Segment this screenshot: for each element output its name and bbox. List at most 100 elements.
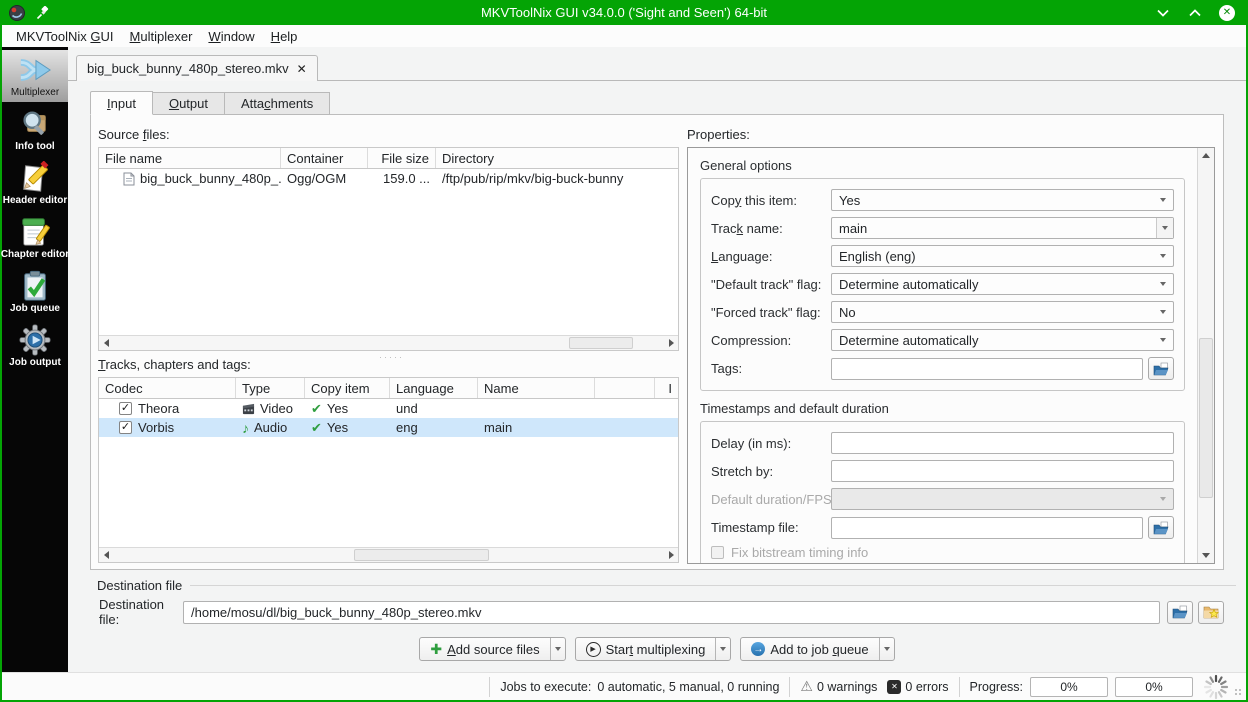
menu-mkvtoolnix-gui[interactable]: MKVToolNix GUI	[8, 27, 122, 46]
scroll-right-icon[interactable]	[664, 336, 678, 350]
destination-favorites-button[interactable]	[1198, 600, 1224, 624]
column-header-language[interactable]: Language	[390, 378, 478, 398]
track-copy-item: Yes	[326, 401, 349, 416]
subtab-bar: Input Output Atta c hments	[90, 91, 331, 116]
add-to-job-queue-button[interactable]: → Add to job queue	[740, 637, 895, 661]
sidebar-item-job-queue[interactable]: Job queue	[2, 266, 68, 318]
timestamp-file-browse-button[interactable]	[1148, 516, 1174, 539]
source-file-container: Ogg/OGM	[287, 171, 347, 186]
track-language: und	[396, 401, 418, 416]
start-multiplexing-dropdown[interactable]	[715, 638, 730, 660]
track-type: Audio	[254, 420, 288, 435]
scrollbar-thumb[interactable]	[1199, 338, 1213, 498]
tab-output[interactable]: Output	[152, 92, 225, 115]
language-combo[interactable]: English (eng)	[831, 245, 1174, 267]
language-label: Language:	[711, 248, 773, 264]
tracks-hscrollbar[interactable]	[99, 547, 678, 562]
add-source-files-button[interactable]: ✚ Add source files	[419, 637, 566, 661]
column-header-container[interactable]: Container	[281, 148, 368, 168]
default-track-flag-combo[interactable]: Determine automatically	[831, 273, 1174, 295]
column-header-file-size[interactable]: File size	[368, 148, 436, 168]
column-header-copy-item[interactable]: Copy item	[305, 378, 390, 398]
default-track-flag-label: "Default track" flag:	[711, 276, 822, 292]
chevron-down-icon	[883, 647, 890, 651]
destination-file-input[interactable]	[183, 600, 1160, 624]
sidebar-item-info-tool[interactable]: Info tool	[2, 104, 68, 156]
track-name-combo[interactable]: main	[831, 217, 1174, 239]
properties-vscrollbar[interactable]	[1197, 148, 1214, 563]
scroll-left-icon[interactable]	[99, 336, 113, 350]
properties-label: Properties:	[687, 127, 750, 142]
stretch-by-input[interactable]	[831, 460, 1174, 482]
track-checkbox[interactable]: ✓	[119, 421, 132, 434]
source-files-header: File name Container File size Directory	[99, 148, 678, 169]
column-header-name[interactable]: Name	[478, 378, 595, 398]
track-name-label: Track name:	[711, 220, 783, 236]
file-icon	[123, 172, 135, 185]
plus-icon: ✚	[430, 640, 443, 657]
forced-track-flag-combo[interactable]: No	[831, 301, 1174, 323]
statusbar: Jobs to execute: 0 automatic, 5 manual, …	[2, 672, 1246, 700]
folder-open-icon	[1153, 362, 1169, 375]
scrollbar-thumb[interactable]	[569, 337, 633, 349]
destination-browse-button[interactable]	[1167, 600, 1193, 624]
chevron-down-icon	[1160, 254, 1166, 258]
chevron-down-icon	[1160, 198, 1166, 202]
scroll-right-icon[interactable]	[664, 548, 678, 562]
minimize-button[interactable]	[1154, 4, 1172, 22]
queue-arrow-icon: →	[751, 642, 766, 656]
source-files-hscrollbar[interactable]	[99, 335, 678, 350]
track-row-vorbis[interactable]: ✓ Vorbis ♪ Audio ✔ Yes eng main	[99, 418, 678, 437]
menu-multiplexer[interactable]: Multiplexer	[122, 27, 201, 46]
chevron-down-icon	[1160, 497, 1166, 501]
tags-input[interactable]	[831, 357, 1143, 380]
multiplexer-view: big_buck_bunny_480p_stereo.mkv ✕ Input O…	[68, 47, 1246, 672]
maximize-button[interactable]	[1186, 4, 1204, 22]
copy-this-item-combo[interactable]: Yes	[831, 189, 1174, 211]
warnings-count: 0 warnings	[816, 679, 878, 694]
tab-attachments[interactable]: Atta c hments	[224, 92, 331, 115]
source-file-row[interactable]: big_buck_bunny_480p_... Ogg/OGM 159.0 ..…	[99, 169, 678, 188]
add-source-files-dropdown[interactable]	[549, 638, 565, 660]
resize-grip[interactable]	[1235, 689, 1243, 697]
track-checkbox[interactable]: ✓	[119, 402, 132, 415]
close-button[interactable]: ✕	[1218, 4, 1236, 22]
column-header-codec[interactable]: Codec	[99, 378, 236, 398]
scroll-left-icon[interactable]	[99, 548, 113, 562]
sidebar-item-multiplexer[interactable]: Multiplexer	[2, 50, 68, 102]
sidebar-item-header-editor[interactable]: Header editor	[2, 158, 68, 210]
start-multiplexing-button[interactable]: ▶ Start multiplexing	[574, 637, 732, 661]
tags-browse-button[interactable]	[1148, 357, 1174, 380]
sidebar-item-job-output[interactable]: Job output	[2, 320, 68, 372]
default-duration-label: Default duration/FPS:	[711, 491, 836, 507]
add-to-job-queue-dropdown[interactable]	[878, 638, 894, 660]
menu-help[interactable]: Help	[263, 27, 306, 46]
scroll-up-icon[interactable]	[1198, 148, 1214, 163]
statusbar-separator	[489, 676, 491, 697]
compression-combo[interactable]: Determine automatically	[831, 329, 1174, 351]
column-header-directory[interactable]: Directory	[436, 148, 678, 168]
timestamp-file-label: Timestamp file:	[711, 520, 799, 535]
column-header-id[interactable]: I	[655, 378, 678, 398]
pencil-page-icon	[23, 161, 49, 192]
sidebar-item-chapter-editor[interactable]: Chapter editor	[1, 212, 69, 264]
timestamp-file-input[interactable]	[831, 516, 1143, 539]
delay-input[interactable]	[831, 432, 1174, 454]
scrollbar-thumb[interactable]	[354, 549, 489, 561]
sidebar-item-label: Job queue	[9, 303, 60, 314]
track-row-theora[interactable]: ✓ Theora Video ✔ Yes und	[99, 399, 678, 418]
column-header-file-name[interactable]: File name	[99, 148, 281, 168]
tab-close-icon[interactable]: ✕	[297, 62, 307, 76]
tab-input[interactable]: Input	[90, 91, 153, 115]
chevron-down-icon	[1160, 338, 1166, 342]
splitter-handle[interactable]: ·····	[379, 352, 404, 362]
group-divider	[190, 585, 1236, 586]
document-tab[interactable]: big_buck_bunny_480p_stereo.mkv ✕	[76, 55, 318, 81]
column-header-blank[interactable]	[595, 378, 655, 398]
magnifier-box-icon	[23, 111, 46, 135]
column-header-type[interactable]: Type	[236, 378, 305, 398]
menu-window[interactable]: Window	[200, 27, 262, 46]
combo-dropdown-button[interactable]	[1156, 218, 1173, 238]
scroll-down-icon[interactable]	[1198, 548, 1214, 563]
copy-check-icon: ✔	[311, 400, 322, 416]
